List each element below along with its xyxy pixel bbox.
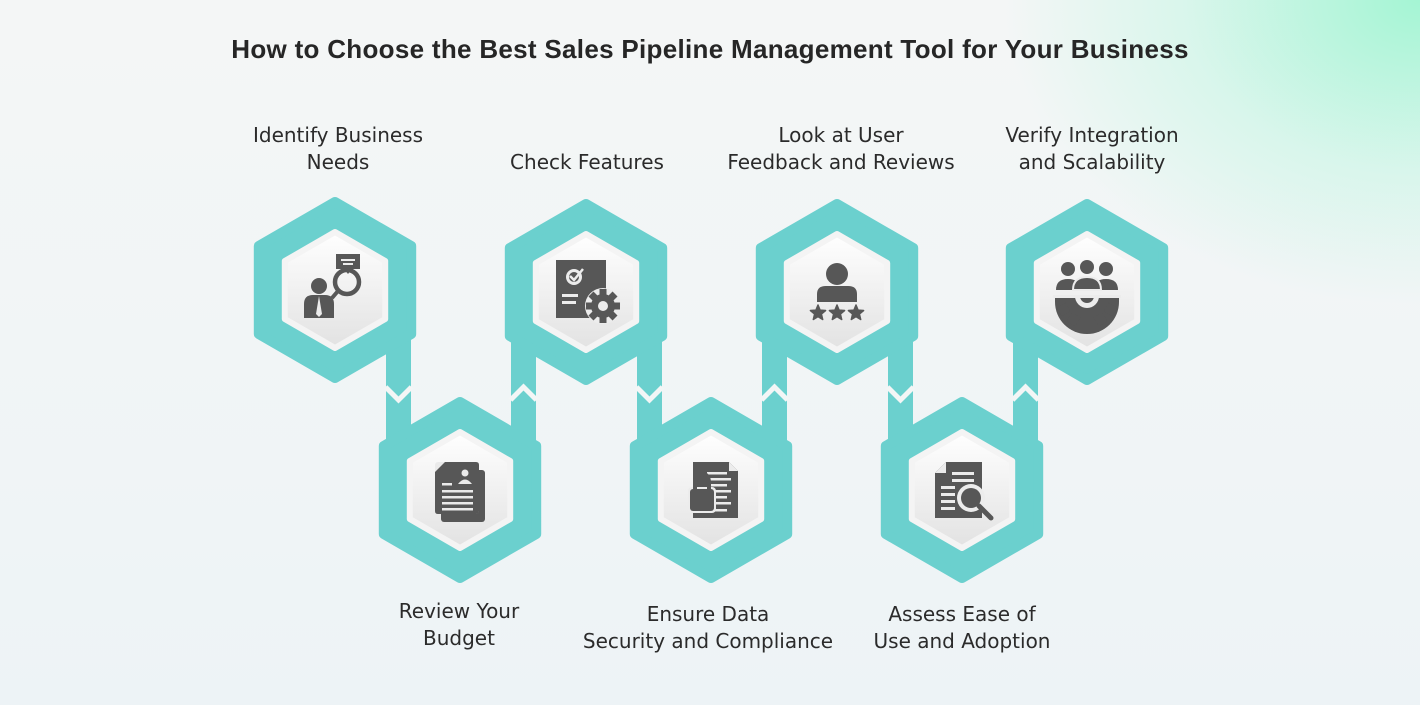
step-hexagon-4: [629, 397, 793, 583]
step-label-4: Ensure Data Security and Compliance: [582, 602, 834, 653]
step-hexagon-6: [880, 397, 1044, 583]
step-hexagon-1: [253, 197, 417, 383]
step-hexagon-7: [1005, 199, 1169, 385]
hexagon-inner: [281, 229, 389, 351]
step-label-1: Identify Business Needs: [252, 123, 424, 174]
step-hexagon-3: [504, 199, 668, 385]
step-label-6: Assess Ease of Use and Adoption: [873, 602, 1051, 653]
step-hexagon-5: [755, 199, 919, 385]
step-label-5: Look at User Feedback and Reviews: [727, 123, 955, 174]
team-gear-icon: [1053, 260, 1121, 334]
pipeline-diagram: [253, 197, 1169, 583]
documents-profile-icon: [435, 462, 485, 522]
step-label-3: Check Features: [510, 150, 664, 174]
document-lock-icon: [688, 462, 738, 518]
step-hexagon-2: [378, 397, 542, 583]
step-label-7: Verify Integration and Scalability: [1005, 123, 1179, 174]
step-label-2: Review Your Budget: [398, 599, 520, 650]
